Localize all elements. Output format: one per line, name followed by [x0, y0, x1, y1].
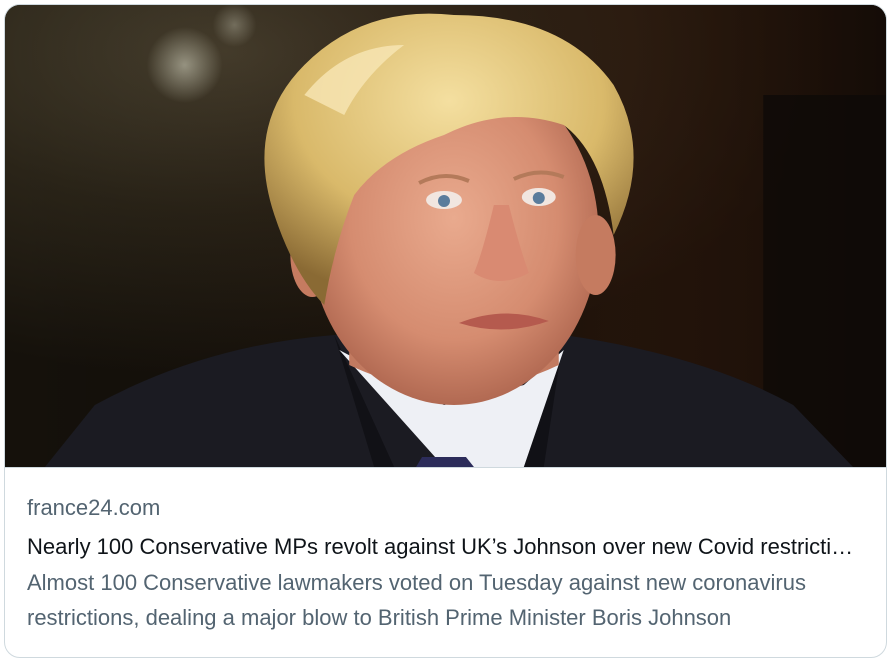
article-image[interactable] [5, 5, 886, 468]
link-domain: france24.com [27, 495, 161, 520]
link-description: Almost 100 Conservative lawmakers voted … [27, 570, 806, 630]
link-preview-card[interactable]: france24.com Nearly 100 Conservative MPs… [4, 4, 887, 658]
link-title: Nearly 100 Conservative MPs revolt again… [27, 534, 864, 559]
portrait-photo [5, 5, 886, 467]
link-preview-text[interactable]: france24.com Nearly 100 Conservative MPs… [5, 468, 886, 635]
